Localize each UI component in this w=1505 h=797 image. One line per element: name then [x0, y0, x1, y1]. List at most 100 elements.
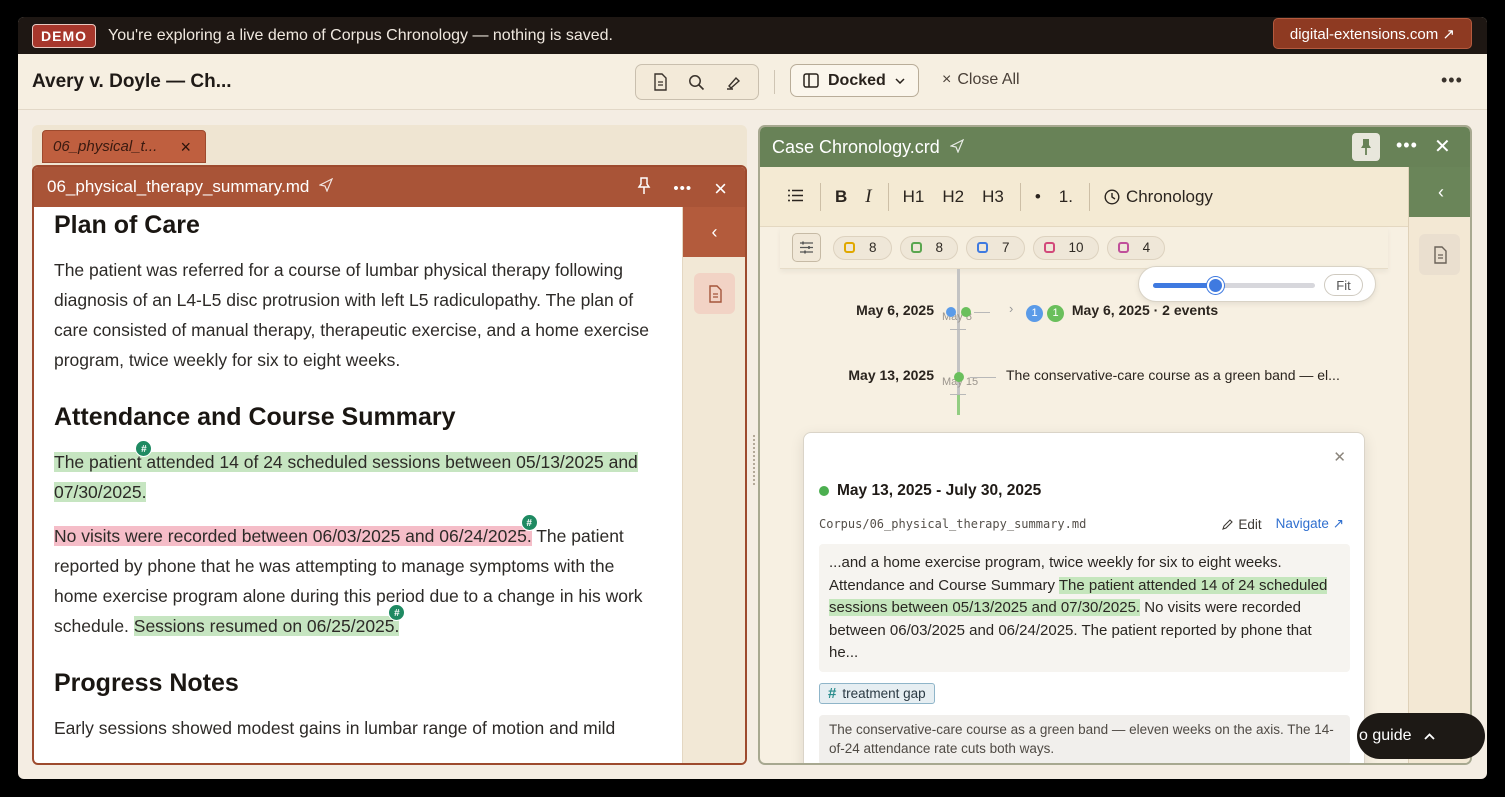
timeline-green-band — [957, 395, 960, 415]
close-icon[interactable]: ✕ — [1434, 134, 1451, 159]
event-label[interactable]: The conservative-care course as a green … — [1006, 367, 1340, 383]
event-note: The conservative-care course as a green … — [819, 715, 1350, 763]
heading-progress: Progress Notes — [54, 669, 239, 697]
document-panel-header: 06_physical_therapy_summary.md ••• × — [34, 167, 745, 207]
event-group-label[interactable]: 11 May 6, 2025 · 2 events — [1026, 302, 1218, 322]
paragraph-attendance: The patient attended 14 of 24 scheduled … — [54, 440, 662, 507]
more-options-icon[interactable]: ••• — [1441, 70, 1463, 91]
numbered-list-button[interactable]: 1. — [1059, 187, 1073, 207]
highlight-attendance[interactable]: The patient attended 14 of 24 scheduled … — [54, 440, 638, 502]
document-icon[interactable] — [646, 68, 674, 96]
close-icon[interactable]: × — [714, 177, 727, 199]
tag-treatment-gap[interactable]: # treatment gap — [819, 683, 935, 704]
close-all-button[interactable]: × Close All — [942, 71, 1020, 89]
category-color-icon — [910, 242, 922, 253]
heading-attendance: Attendance and Course Summary — [54, 403, 456, 431]
zoom-slider-handle[interactable] — [1206, 277, 1224, 294]
heading-plan-of-care: Plan of Care — [54, 211, 200, 239]
timeline-row[interactable]: May 13, 2025 May 15 The conservative-car… — [760, 364, 1408, 395]
source-path: Corpus/06_physical_therapy_summary.md — [819, 517, 1087, 531]
more-icon[interactable]: ••• — [673, 180, 692, 197]
layout-label: Docked — [828, 71, 886, 89]
category-filter-bar: 8 8 7 10 4 — [780, 227, 1388, 269]
chevron-left-icon[interactable]: ‹ — [1409, 167, 1470, 217]
category-chip[interactable]: 8 — [833, 235, 892, 260]
demo-banner: DEMO You're exploring a live demo of Cor… — [18, 17, 1487, 54]
timeline-date: May 6, 2025 — [856, 302, 934, 318]
list-icon[interactable] — [788, 187, 804, 207]
hash-icon: # — [828, 685, 837, 702]
category-color-icon — [1117, 242, 1129, 253]
event-dot-icon[interactable] — [946, 307, 956, 317]
more-icon[interactable]: ••• — [1396, 135, 1418, 156]
chevron-down-icon — [895, 77, 905, 84]
category-chip[interactable]: 4 — [1106, 235, 1166, 260]
workspace-title: Avery v. Doyle — Ch... — [32, 71, 232, 92]
close-icon[interactable]: ✕ — [1333, 448, 1346, 466]
tag-marker-icon[interactable]: # — [520, 514, 538, 531]
h3-button[interactable]: H3 — [982, 187, 1004, 207]
paragraph-plan: The patient was referred for a course of… — [54, 260, 649, 370]
event-date-range: May 13, 2025 - July 30, 2025 — [819, 482, 1041, 500]
tab-label: 06_physical_t... — [53, 138, 158, 155]
app-window: DEMO You're exploring a live demo of Cor… — [18, 17, 1487, 779]
left-pane: 06_physical_t... × 06_physical_therapy_s… — [32, 125, 747, 765]
count-badge: 1 — [1026, 305, 1043, 322]
guide-label: o guide — [1359, 727, 1412, 744]
guide-toggle-button[interactable]: o guide — [1357, 713, 1485, 759]
layout-dropdown[interactable]: Docked — [790, 64, 919, 97]
pin-icon[interactable] — [637, 177, 651, 200]
h2-button[interactable]: H2 — [942, 187, 964, 207]
highlight-resumed[interactable]: Sessions resumed on 06/25/2025. # — [133, 604, 406, 636]
category-color-icon — [844, 242, 855, 253]
chevron-right-icon[interactable]: › — [1009, 301, 1013, 316]
highlighter-icon[interactable] — [720, 68, 748, 96]
document-title: 06_physical_therapy_summary.md — [47, 177, 310, 196]
fit-button[interactable]: Fit — [1324, 274, 1363, 296]
close-icon: × — [942, 71, 952, 88]
close-all-label: Close All — [957, 71, 1020, 88]
event-dot-icon[interactable] — [961, 307, 971, 317]
highlight-gap[interactable]: No visits were recorded between 06/03/20… — [54, 514, 538, 546]
columns-icon — [803, 73, 819, 88]
digital-extensions-link[interactable]: digital-extensions.com ↗ — [1272, 18, 1472, 49]
timeline-row[interactable]: May 6, 2025 May 8 › 11 May 6, 2025 · 2 e… — [760, 299, 1408, 330]
document-body: Plan of Care The patient was referred fo… — [34, 207, 682, 763]
document-outline-icon[interactable] — [1419, 234, 1460, 275]
filter-settings-icon[interactable] — [792, 233, 821, 262]
event-dot-icon[interactable] — [954, 372, 964, 382]
bullet-list-button[interactable]: • — [1035, 187, 1041, 207]
pin-icon[interactable] — [1352, 133, 1380, 161]
send-icon[interactable] — [948, 137, 964, 158]
demo-banner-text: You're exploring a live demo of Corpus C… — [108, 26, 613, 44]
demo-badge: DEMO — [32, 23, 96, 48]
pencil-icon — [1222, 519, 1234, 530]
italic-button[interactable]: I — [865, 186, 871, 208]
tool-group — [635, 64, 759, 100]
chronology-button[interactable]: Chronology — [1104, 187, 1213, 207]
navigate-link[interactable]: Navigate ↗ — [1276, 516, 1344, 532]
edit-button[interactable]: Edit — [1222, 516, 1262, 532]
zoom-slider[interactable] — [1153, 277, 1315, 294]
chronology-sidebar: ‹ — [1408, 167, 1470, 763]
category-chip[interactable]: 8 — [899, 235, 959, 260]
close-tab-icon[interactable]: × — [180, 137, 191, 158]
chevron-up-icon — [1423, 732, 1435, 740]
toolbar-divider — [774, 70, 775, 94]
pane-splitter[interactable] — [753, 435, 755, 485]
editor-toolbar: B I H1 H2 H3 • 1. Chronology — [760, 167, 1408, 227]
bold-button[interactable]: B — [835, 187, 847, 207]
chevron-left-icon[interactable]: ‹ — [683, 207, 745, 257]
send-icon[interactable] — [318, 177, 334, 197]
category-chip[interactable]: 10 — [1032, 235, 1099, 260]
tag-marker-icon[interactable]: # — [388, 604, 406, 621]
timeline-axis — [957, 269, 960, 414]
document-sidebar: ‹ — [682, 207, 745, 763]
document-outline-icon[interactable] — [694, 273, 735, 314]
search-icon[interactable] — [683, 68, 711, 96]
h1-button[interactable]: H1 — [903, 187, 925, 207]
timeline-date: May 13, 2025 — [848, 367, 934, 383]
category-chip[interactable]: 7 — [966, 235, 1025, 260]
clock-icon — [1104, 188, 1120, 205]
tab-physical-therapy[interactable]: 06_physical_t... × — [42, 130, 206, 163]
